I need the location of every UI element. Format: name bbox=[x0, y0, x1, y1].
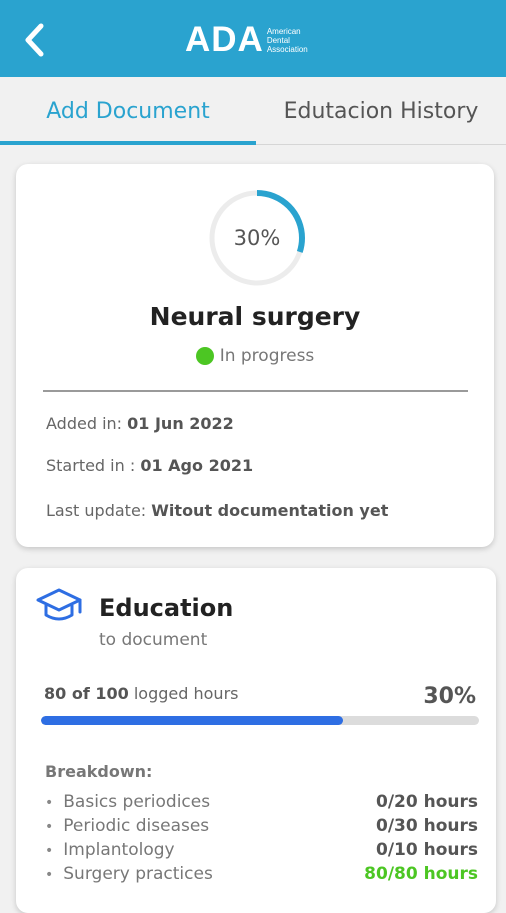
breakdown-item-hours: 0/20 hours bbox=[376, 792, 478, 812]
status-text: In progress bbox=[219, 346, 315, 366]
added-label: Added in: bbox=[46, 414, 123, 433]
breakdown-item-hours: 0/10 hours bbox=[376, 840, 478, 860]
progress-ring-label: 30% bbox=[233, 226, 281, 250]
breakdown-item: Implantology 0/10 hours bbox=[45, 838, 478, 862]
last-update-value: Witout documentation yet bbox=[151, 501, 389, 520]
breakdown-item-name: Periodic diseases bbox=[45, 816, 209, 836]
graduation-cap-icon bbox=[36, 588, 82, 621]
started-row: Started in : 01 Ago 2021 bbox=[46, 456, 253, 475]
course-title: Neural surgery bbox=[149, 302, 361, 331]
logo-sub-line: Association bbox=[266, 44, 308, 54]
breakdown-list: Basics periodices 0/20 hours Periodic di… bbox=[45, 790, 478, 886]
last-update-label: Last update: bbox=[46, 501, 147, 520]
education-card: Education to document 80 of 100 logged h… bbox=[16, 568, 496, 913]
app-bar: ADA American Dental Association bbox=[0, 0, 506, 77]
status-row: In progress bbox=[16, 346, 494, 366]
logo-subtitle: American Dental Association bbox=[267, 27, 327, 54]
logo-mark: ADA bbox=[185, 20, 264, 59]
breakdown-item: Periodic diseases 0/30 hours bbox=[45, 814, 478, 838]
breakdown-item: Basics periodices 0/20 hours bbox=[45, 790, 478, 814]
started-label: Started in : bbox=[46, 456, 136, 475]
ada-logo: ADA American Dental Association bbox=[185, 20, 327, 60]
tab-bar: Add Document Edutacion History bbox=[0, 77, 506, 145]
started-value: 01 Ago 2021 bbox=[140, 456, 254, 475]
breakdown-item-hours: 0/30 hours bbox=[376, 816, 478, 836]
added-value: 01 Jun 2022 bbox=[127, 414, 234, 433]
education-subtitle: to document bbox=[99, 630, 208, 650]
hours-progress-bar bbox=[41, 716, 479, 725]
progress-ring: 30% bbox=[207, 188, 307, 288]
status-dot-icon bbox=[195, 347, 214, 365]
logged-hours-text: logged hours bbox=[133, 684, 239, 703]
breakdown-title: Breakdown: bbox=[45, 762, 153, 781]
logged-hours-value: 80 of 100 bbox=[44, 684, 129, 703]
breakdown-item: Surgery practices 80/80 hours bbox=[45, 862, 478, 886]
last-update-row: Last update: Witout documentation yet bbox=[46, 501, 388, 520]
breakdown-item-hours: 80/80 hours bbox=[364, 864, 478, 884]
breakdown-item-name: Implantology bbox=[45, 840, 174, 860]
tab-education-history[interactable]: Edutacion History bbox=[256, 77, 506, 145]
added-row: Added in: 01 Jun 2022 bbox=[46, 414, 234, 433]
breakdown-item-name: Basics periodices bbox=[45, 792, 210, 812]
education-percent: 30% bbox=[423, 684, 476, 709]
logo-sub-line: American bbox=[266, 26, 301, 36]
education-title: Education bbox=[99, 594, 234, 622]
back-button[interactable] bbox=[16, 20, 52, 60]
logged-hours-label: 80 of 100 logged hours bbox=[44, 684, 238, 703]
tab-add-document[interactable]: Add Document bbox=[0, 77, 256, 145]
active-tab-indicator bbox=[0, 141, 256, 145]
back-arrow-icon bbox=[25, 23, 44, 57]
hours-progress-fill bbox=[41, 716, 344, 725]
divider bbox=[43, 390, 468, 392]
breakdown-item-name: Surgery practices bbox=[45, 864, 213, 884]
logo-sub-line: Dental bbox=[266, 35, 290, 45]
course-card: 30% Neural surgery In progress Added in:… bbox=[16, 164, 494, 547]
